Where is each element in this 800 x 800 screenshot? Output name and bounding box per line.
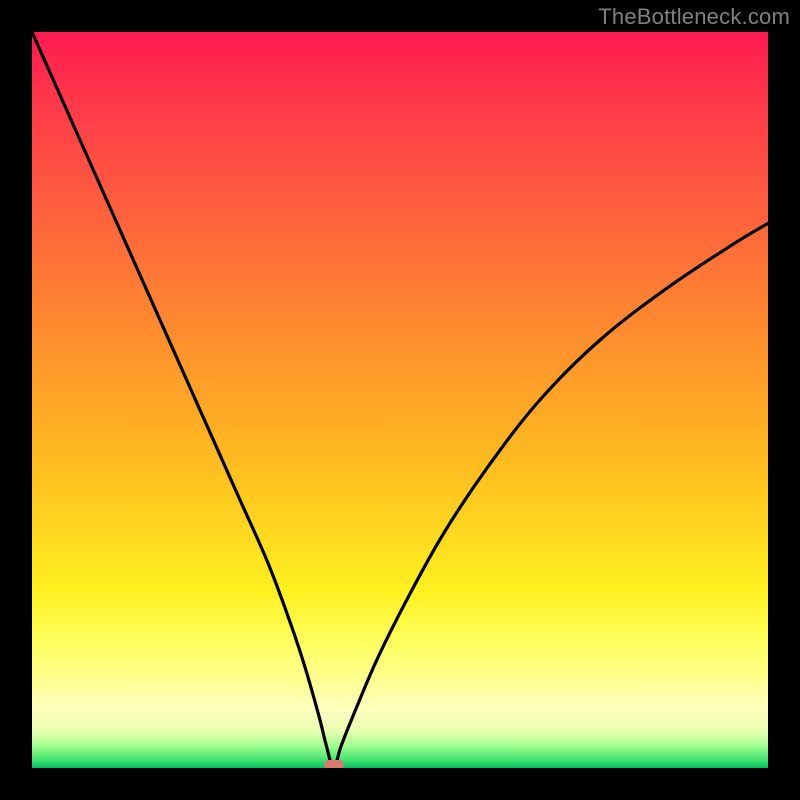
curve-layer <box>32 32 768 768</box>
watermark-text: TheBottleneck.com <box>598 4 790 30</box>
minimum-marker <box>324 760 344 768</box>
plot-area <box>32 32 768 768</box>
bottleneck-curve <box>32 32 768 768</box>
chart-frame: TheBottleneck.com <box>0 0 800 800</box>
